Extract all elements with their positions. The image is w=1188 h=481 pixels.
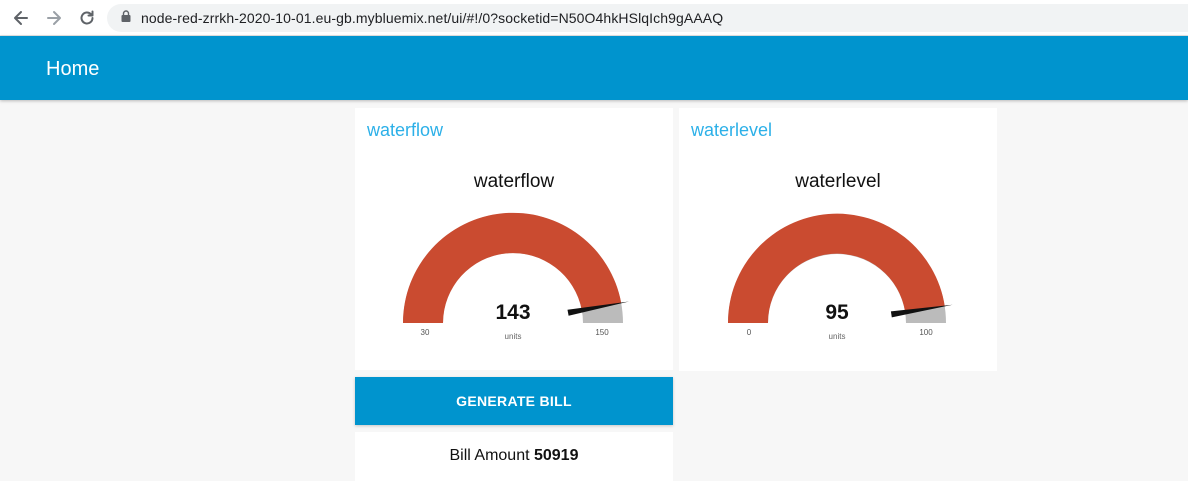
forward-icon[interactable] xyxy=(43,7,65,29)
waterflow-gauge xyxy=(402,212,629,323)
gauge-max-label: 100 xyxy=(919,328,933,337)
reload-icon[interactable] xyxy=(76,7,98,29)
gauge-units: units xyxy=(504,332,522,341)
bill-amount-card: Bill Amount 50919 xyxy=(355,432,673,481)
gauge-min-label: 0 xyxy=(746,328,752,337)
page-title: Home xyxy=(46,58,100,80)
browser-toolbar: node-red-zrrkh-2020-10-01.eu-gb.mybluemi… xyxy=(0,0,1188,36)
gauge-max-label: 150 xyxy=(595,328,609,337)
waterflow-group-card: waterflow waterflow 143 units 30 150 xyxy=(355,108,673,370)
generate-bill-button[interactable]: GENERATE BILL xyxy=(355,377,673,425)
url-text: node-red-zrrkh-2020-10-01.eu-gb.mybluemi… xyxy=(141,10,724,26)
gauge-value: 95 xyxy=(825,301,849,324)
back-icon[interactable] xyxy=(10,7,32,29)
waterlevel-group-card: waterlevel waterlevel 95 units 0 100 xyxy=(679,108,997,371)
gauge-min-label: 30 xyxy=(420,328,430,337)
dashboard-header: Home xyxy=(0,36,1188,100)
gauge-value: 143 xyxy=(495,301,531,324)
gauge-units: units xyxy=(828,332,846,341)
lock-icon xyxy=(121,9,131,27)
bill-amount-value: 50919 xyxy=(533,447,579,464)
address-bar[interactable]: node-red-zrrkh-2020-10-01.eu-gb.mybluemi… xyxy=(107,4,1188,32)
bill-amount-label: Bill Amount xyxy=(449,447,534,464)
